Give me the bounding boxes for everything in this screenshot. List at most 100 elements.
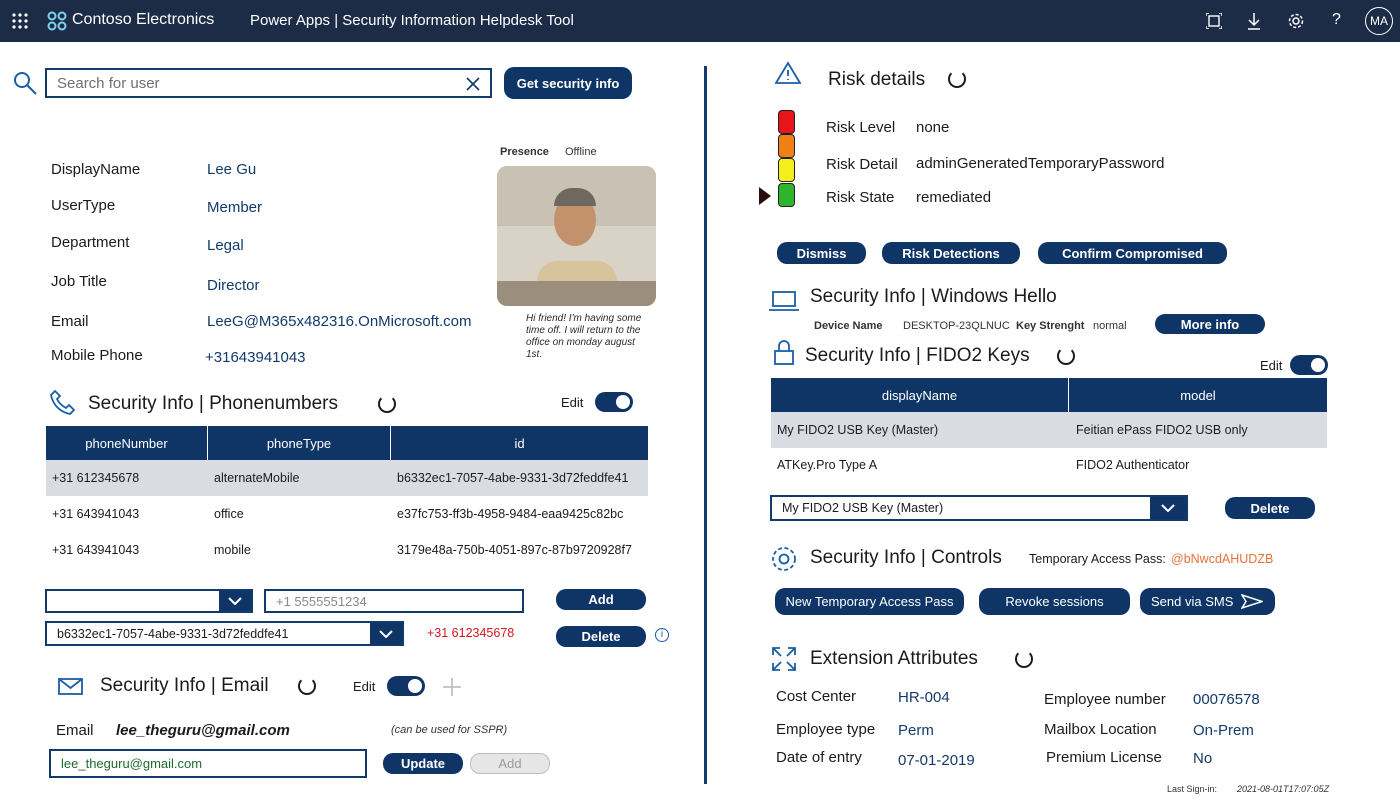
- device-name-label: Device Name: [814, 320, 883, 332]
- table-cell: office: [214, 507, 244, 521]
- warning-icon: [775, 61, 801, 84]
- table-cell: My FIDO2 USB Key (Master): [777, 423, 939, 437]
- fit-screen-icon[interactable]: [1206, 13, 1222, 29]
- fido-edit-toggle[interactable]: [1290, 355, 1328, 375]
- table-cell: ATKey.Pro Type A: [777, 458, 878, 472]
- employee-type-label: Employee type: [776, 721, 876, 738]
- avatar[interactable]: MA: [1365, 7, 1393, 35]
- risk-detail-label: Risk Detail: [826, 156, 898, 173]
- column-header[interactable]: displayName: [771, 378, 1068, 412]
- search-input[interactable]: Search for user: [45, 68, 492, 98]
- fido2-title: Security Info | FIDO2 Keys: [805, 345, 1030, 366]
- settings-icon[interactable]: [1288, 13, 1304, 29]
- controls-title: Security Info | Controls: [810, 547, 1002, 568]
- new-phone-input[interactable]: +1 5555551234: [264, 589, 524, 613]
- waffle-icon[interactable]: [12, 13, 28, 29]
- search-icon: [14, 72, 37, 95]
- fido-edit-label: Edit: [1260, 358, 1283, 373]
- add-icon[interactable]: [442, 677, 462, 697]
- column-header[interactable]: id: [391, 426, 648, 460]
- premium-license-value: No: [1193, 750, 1213, 767]
- chevron-down-icon[interactable]: [370, 623, 402, 644]
- cost-center-label: Cost Center: [776, 688, 857, 705]
- status-message: Hi friend! I'm having some time off. I w…: [526, 313, 642, 360]
- column-header[interactable]: phoneNumber: [46, 426, 207, 460]
- auth-email-value: lee_theguru@gmail.com: [116, 722, 290, 739]
- last-signin-label: Last Sign-in:: [1167, 784, 1218, 794]
- refresh-icon[interactable]: [948, 70, 966, 88]
- employee-number-value: 00076578: [1193, 691, 1260, 708]
- add-email-button[interactable]: Add: [470, 753, 550, 774]
- refresh-icon[interactable]: [298, 677, 316, 695]
- refresh-icon[interactable]: [1015, 650, 1033, 668]
- table-cell: alternateMobile: [214, 471, 300, 485]
- email-input-value: lee_theguru@gmail.com: [61, 756, 203, 771]
- risk-state-label: Risk State: [826, 189, 895, 206]
- date-of-entry-value: 07-01-2019: [898, 752, 975, 769]
- table-cell: 3179e48a-750b-4051-897c-87b9720928f7: [397, 543, 632, 557]
- table-cell: b6332ec1-7057-4abe-9331-3d72feddfe41: [397, 471, 629, 485]
- displayname-value: Lee Gu: [207, 161, 257, 178]
- key-strength-label: Key Strenght: [1016, 320, 1085, 332]
- send-sms-label: Send via SMS: [1151, 594, 1234, 609]
- help-icon[interactable]: ?: [1332, 11, 1341, 29]
- refresh-icon[interactable]: [378, 395, 396, 413]
- dismiss-button[interactable]: Dismiss: [777, 242, 866, 264]
- date-of-entry-label: Date of entry: [776, 749, 862, 766]
- delete-fido-button[interactable]: Delete: [1225, 497, 1315, 519]
- chevron-down-icon[interactable]: [1150, 497, 1186, 519]
- update-email-button[interactable]: Update: [383, 753, 463, 774]
- mobilephone-label: Mobile Phone: [51, 347, 143, 364]
- table-cell: FIDO2 Authenticator: [1076, 458, 1190, 472]
- chevron-down-icon[interactable]: [219, 591, 251, 611]
- info-icon[interactable]: i: [655, 628, 669, 642]
- clear-icon[interactable]: [466, 77, 480, 91]
- windows-hello-title: Security Info | Windows Hello: [810, 286, 1057, 307]
- table-cell: mobile: [214, 543, 251, 557]
- revoke-sessions-button[interactable]: Revoke sessions: [979, 588, 1130, 615]
- fido-key-dropdown[interactable]: My FIDO2 USB Key (Master): [770, 495, 1188, 521]
- sspr-note: (can be used for SSPR): [391, 724, 508, 736]
- presence-status: Offline: [565, 146, 597, 158]
- more-info-button[interactable]: More info: [1155, 314, 1265, 334]
- tap-value: @bNwcdAHUDZB: [1171, 552, 1274, 566]
- risk-detail-value: adminGeneratedTemporaryPassword: [916, 155, 1165, 172]
- laptop-icon: [769, 291, 799, 311]
- department-label: Department: [51, 234, 130, 251]
- email-edit-toggle[interactable]: [387, 676, 425, 696]
- confirm-compromised-button[interactable]: Confirm Compromised: [1038, 242, 1227, 264]
- email-edit-label: Edit: [353, 679, 376, 694]
- jobtitle-label: Job Title: [51, 273, 107, 290]
- mailbox-location-label: Mailbox Location: [1044, 721, 1157, 738]
- risk-detections-button[interactable]: Risk Detections: [882, 242, 1020, 264]
- settings-gear-icon: [772, 547, 796, 571]
- department-value: Legal: [207, 237, 244, 254]
- column-header[interactable]: model: [1069, 378, 1327, 412]
- app-title: Power Apps | Security Information Helpde…: [250, 12, 574, 29]
- usertype-label: UserType: [51, 197, 116, 214]
- send-sms-button[interactable]: Send via SMS: [1140, 588, 1275, 615]
- phone-type-dropdown[interactable]: [45, 589, 253, 613]
- contoso-logo-icon: [47, 11, 67, 31]
- brand-name[interactable]: Contoso Electronics: [72, 11, 214, 29]
- table-cell: +31 612345678: [52, 471, 140, 485]
- user-photo: [497, 166, 656, 306]
- refresh-icon[interactable]: [1057, 347, 1075, 365]
- phonenumbers-title: Security Info | Phonenumbers: [88, 393, 338, 414]
- download-icon[interactable]: [1247, 12, 1261, 30]
- displayname-label: DisplayName: [51, 161, 141, 178]
- risk-light-orange: [778, 134, 795, 158]
- risk-title: Risk details: [828, 69, 926, 90]
- column-header[interactable]: phoneType: [208, 426, 390, 460]
- add-phone-button[interactable]: Add: [556, 589, 646, 610]
- risk-light-green: [778, 183, 795, 207]
- presence-label: Presence: [500, 146, 549, 158]
- get-security-info-button[interactable]: Get security info: [504, 67, 632, 99]
- new-tap-button[interactable]: New Temporary Access Pass: [775, 588, 964, 615]
- delete-phone-button[interactable]: Delete: [556, 626, 646, 647]
- phone-id-dropdown[interactable]: b6332ec1-7057-4abe-9331-3d72feddfe41: [45, 621, 404, 646]
- phones-edit-toggle[interactable]: [595, 392, 633, 412]
- email-value: LeeG@M365x482316.OnMicrosoft.com: [207, 313, 472, 330]
- lock-icon: [774, 340, 794, 365]
- email-input[interactable]: lee_theguru@gmail.com: [49, 749, 367, 778]
